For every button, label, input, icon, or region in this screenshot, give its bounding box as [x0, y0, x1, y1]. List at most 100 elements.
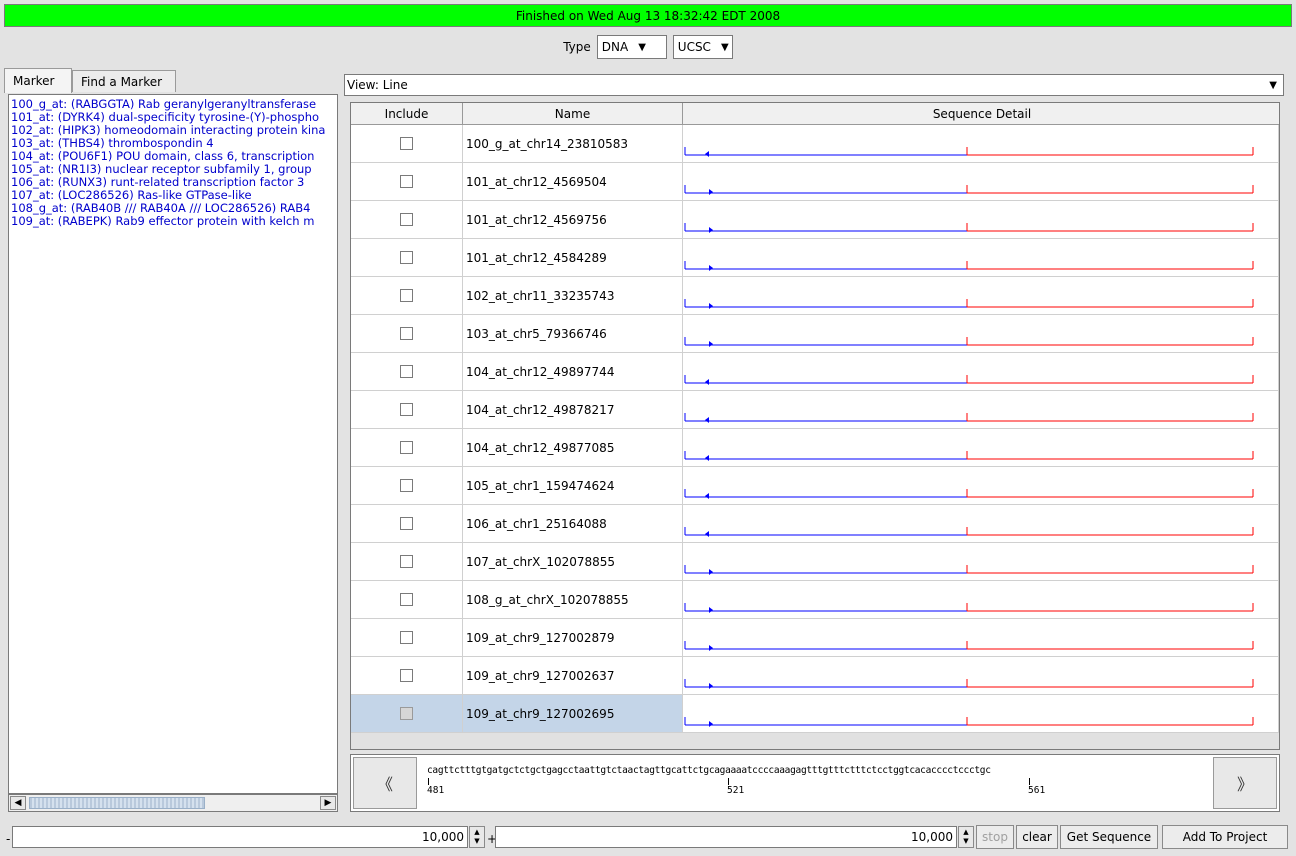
include-checkbox[interactable] [400, 555, 413, 568]
marker-list-item[interactable]: 104_at: (POU6F1) POU domain, class 6, tr… [11, 150, 335, 163]
table-row[interactable]: 104_at_chr12_49877085 [351, 429, 1279, 467]
strand-plus-arrow-icon [709, 227, 713, 233]
include-checkbox[interactable] [400, 593, 413, 606]
include-cell [351, 695, 463, 733]
sequence-line-graphic [684, 641, 1254, 651]
sequence-detail-cell[interactable] [683, 657, 1279, 695]
table-row[interactable]: 102_at_chr11_33235743 [351, 277, 1279, 315]
get-sequence-button[interactable]: Get Sequence [1060, 825, 1158, 849]
add-to-project-button[interactable]: Add To Project [1162, 825, 1288, 849]
clear-button[interactable]: clear [1016, 825, 1058, 849]
marker-name-cell: 104_at_chr12_49877085 [463, 429, 683, 467]
sequence-detail-cell[interactable] [683, 467, 1279, 505]
strand-minus-arrow-icon [705, 151, 709, 157]
include-checkbox[interactable] [400, 631, 413, 644]
downstream-distance-field[interactable]: 10,000 [495, 826, 957, 848]
include-checkbox[interactable] [400, 517, 413, 530]
strand-minus-arrow-icon [705, 455, 709, 461]
strand-plus-arrow-icon [709, 303, 713, 309]
tab-marker[interactable]: Marker [4, 68, 72, 93]
sequence-detail-cell[interactable] [683, 315, 1279, 353]
include-checkbox[interactable] [400, 213, 413, 226]
include-checkbox[interactable] [400, 289, 413, 302]
scroll-right-icon[interactable]: ▶ [320, 796, 336, 810]
sequence-detail-cell[interactable] [683, 581, 1279, 619]
header-sequence-detail[interactable]: Sequence Detail [683, 103, 1279, 125]
include-checkbox[interactable] [400, 669, 413, 682]
sequence-detail-cell[interactable] [683, 695, 1279, 733]
include-cell [351, 353, 463, 391]
stop-button[interactable]: stop [976, 825, 1014, 849]
sequence-detail-cell[interactable] [683, 201, 1279, 239]
table-row[interactable]: 106_at_chr1_25164088 [351, 505, 1279, 543]
type-selector-bar: Type DNA ▼ UCSC ▼ [0, 30, 1296, 64]
marker-list-item[interactable]: 106_at: (RUNX3) runt-related transcripti… [11, 176, 335, 189]
sequence-panel: View: Line ▼ Include Name Sequence Detai… [344, 68, 1292, 820]
include-checkbox[interactable] [400, 403, 413, 416]
table-row[interactable]: 101_at_chr12_4569504 [351, 163, 1279, 201]
table-row[interactable]: 100_g_at_chr14_23810583 [351, 125, 1279, 163]
include-cell [351, 619, 463, 657]
marker-list-item[interactable]: 100_g_at: (RABGGTA) Rab geranylgeranyltr… [11, 98, 335, 111]
strand-plus-arrow-icon [709, 341, 713, 347]
marker-list-item[interactable]: 101_at: (DYRK4) dual-specificity tyrosin… [11, 111, 335, 124]
table-row[interactable]: 108_g_at_chrX_102078855 [351, 581, 1279, 619]
sequence-detail-cell[interactable] [683, 505, 1279, 543]
marker-list-item[interactable]: 107_at: (LOC286526) Ras-like GTPase-like [11, 189, 335, 202]
sequence-detail-cell[interactable] [683, 125, 1279, 163]
table-row[interactable]: 105_at_chr1_159474624 [351, 467, 1279, 505]
header-include[interactable]: Include [351, 103, 463, 125]
scrollbar-thumb[interactable] [29, 797, 205, 809]
downstream-spinner[interactable]: ▲ ▼ [958, 826, 974, 848]
upstream-spinner[interactable]: ▲ ▼ [469, 826, 485, 848]
double-chevron-right-icon[interactable]: 》 [1213, 757, 1277, 809]
marker-list-item[interactable]: 103_at: (THBS4) thrombospondin 4 [11, 137, 335, 150]
sequence-detail-cell[interactable] [683, 543, 1279, 581]
type-dropdown[interactable]: DNA ▼ [596, 35, 667, 59]
position-label: 481 [427, 785, 445, 796]
table-row[interactable]: 107_at_chrX_102078855 [351, 543, 1279, 581]
scroll-left-icon[interactable]: ◀ [10, 796, 26, 810]
include-checkbox[interactable] [400, 441, 413, 454]
marker-list-item[interactable]: 108_g_at: (RAB40B /// RAB40A /// LOC2865… [11, 202, 335, 215]
table-row[interactable]: 109_at_chr9_127002637 [351, 657, 1279, 695]
table-row[interactable]: 101_at_chr12_4584289 [351, 239, 1279, 277]
sequence-detail-cell[interactable] [683, 353, 1279, 391]
table-row[interactable]: 109_at_chr9_127002695 [351, 695, 1279, 733]
include-checkbox[interactable] [400, 327, 413, 340]
sequence-detail-cell[interactable] [683, 429, 1279, 467]
sequence-detail-cell[interactable] [683, 277, 1279, 315]
include-checkbox[interactable] [400, 251, 413, 264]
sequence-detail-cell[interactable] [683, 239, 1279, 277]
marker-list-item[interactable]: 109_at: (RABEPK) Rab9 effector protein w… [11, 215, 335, 228]
marker-list[interactable]: 100_g_at: (RABGGTA) Rab geranylgeranyltr… [8, 94, 338, 794]
include-checkbox[interactable] [400, 175, 413, 188]
include-checkbox[interactable] [400, 479, 413, 492]
table-row[interactable]: 103_at_chr5_79366746 [351, 315, 1279, 353]
sequence-detail-cell[interactable] [683, 163, 1279, 201]
marker-name-cell: 100_g_at_chr14_23810583 [463, 125, 683, 163]
marker-list-item[interactable]: 105_at: (NR1I3) nuclear receptor subfami… [11, 163, 335, 176]
table-row[interactable]: 109_at_chr9_127002879 [351, 619, 1279, 657]
include-checkbox[interactable] [400, 365, 413, 378]
strand-plus-arrow-icon [709, 721, 713, 727]
include-checkbox[interactable] [400, 137, 413, 150]
include-checkbox[interactable] [400, 707, 413, 720]
table-row[interactable]: 101_at_chr12_4569756 [351, 201, 1279, 239]
tab-find-a-marker[interactable]: Find a Marker [72, 70, 176, 92]
upstream-distance-field[interactable]: 10,000 [12, 826, 468, 848]
marker-name-cell: 102_at_chr11_33235743 [463, 277, 683, 315]
header-name[interactable]: Name [463, 103, 683, 125]
marker-list-item[interactable]: 102_at: (HIPK3) homeodomain interacting … [11, 124, 335, 137]
sequence-detail-cell[interactable] [683, 619, 1279, 657]
table-row[interactable]: 104_at_chr12_49897744 [351, 353, 1279, 391]
source-dropdown[interactable]: UCSC ▼ [672, 35, 733, 59]
sequence-line-graphic [684, 261, 1254, 271]
horizontal-scrollbar[interactable]: ◀ ▶ [8, 794, 338, 812]
double-chevron-left-icon[interactable]: 《 [353, 757, 417, 809]
sequence-text-panel: 《 cagttctttgtgatgctctgctgagcctaattgtctaa… [350, 754, 1280, 812]
marker-name-cell: 101_at_chr12_4569504 [463, 163, 683, 201]
table-row[interactable]: 104_at_chr12_49878217 [351, 391, 1279, 429]
view-dropdown[interactable]: View: Line ▼ [344, 74, 1284, 96]
sequence-detail-cell[interactable] [683, 391, 1279, 429]
